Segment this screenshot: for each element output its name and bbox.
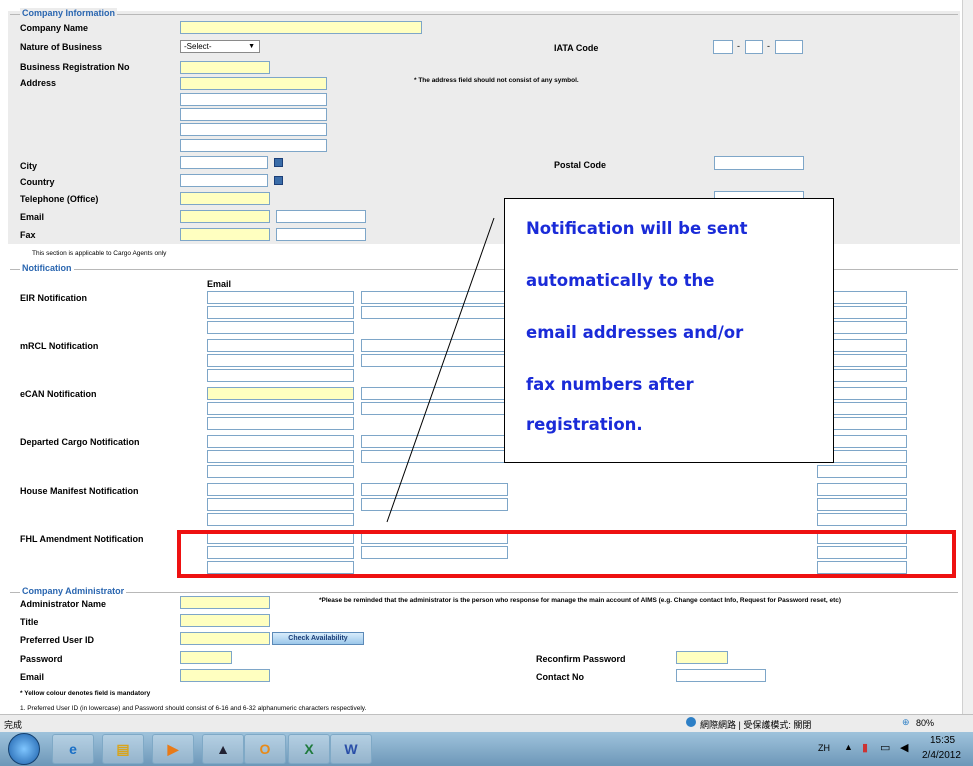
media-player-taskbar-icon[interactable]: ▶	[152, 734, 194, 764]
volume-icon[interactable]: ◀	[900, 741, 908, 754]
yellow-mandatory-note: * Yellow colour denotes field is mandato…	[20, 690, 151, 697]
language-indicator[interactable]: ZH	[818, 743, 830, 753]
ie-taskbar-icon[interactable]: e	[52, 734, 94, 764]
windows-taskbar: e ▤ ▶ ▲ O X W ZH ▲ ▮ ▭ ◀ 15:35 2/4/2012	[0, 732, 973, 766]
password-label: Password	[20, 654, 63, 664]
admin-email-input[interactable]	[180, 669, 270, 682]
globe-icon	[686, 717, 696, 727]
excel-taskbar-icon[interactable]: X	[288, 734, 330, 764]
admin-title-label: Title	[20, 617, 39, 627]
clock-date[interactable]: 2/4/2012	[922, 750, 961, 761]
word-taskbar-icon[interactable]: W	[330, 734, 372, 764]
zoom-icon[interactable]: ⊕	[902, 717, 910, 728]
status-text: 完成	[4, 720, 23, 730]
admin-name-label: Administrator Name	[20, 599, 107, 609]
contact-no-label: Contact No	[536, 672, 584, 682]
app-taskbar-icon[interactable]: ▲	[202, 734, 244, 764]
reconfirm-password-label: Reconfirm Password	[536, 654, 626, 664]
preferred-userid-input[interactable]	[180, 632, 270, 645]
vertical-scrollbar[interactable]	[962, 0, 973, 714]
browser-status-bar: 完成 網際網路 | 受保護模式: 關閉 ⊕ 80%	[0, 714, 973, 733]
contact-no-input[interactable]	[676, 669, 766, 682]
fieldset-border	[10, 592, 958, 593]
start-button-icon[interactable]	[8, 733, 40, 765]
reconfirm-password-input[interactable]	[676, 651, 728, 664]
network-icon[interactable]: ▮	[862, 741, 868, 754]
clock-time[interactable]: 15:35	[930, 735, 955, 746]
password-input[interactable]	[180, 651, 232, 664]
explorer-taskbar-icon[interactable]: ▤	[102, 734, 144, 764]
callout-pointer-line	[386, 217, 495, 523]
outlook-taskbar-icon[interactable]: O	[244, 734, 286, 764]
monitor-icon[interactable]: ▭	[880, 741, 890, 754]
highlight-box	[177, 530, 956, 578]
tray-arrow-icon[interactable]: ▲	[844, 742, 853, 752]
check-availability-button[interactable]: Check Availability	[272, 632, 364, 645]
admin-name-input[interactable]	[180, 596, 270, 609]
zoom-level[interactable]: 80%	[916, 718, 934, 728]
userid-password-note: 1. Preferred User ID (in lowercase) and …	[20, 705, 367, 712]
security-zone-text: 網際網路 | 受保護模式: 關閉	[700, 720, 812, 730]
admin-title-input[interactable]	[180, 614, 270, 627]
admin-email-label: Email	[20, 672, 45, 682]
preferred-userid-label: Preferred User ID	[20, 635, 95, 645]
admin-reminder: *Please be reminded that the administrat…	[319, 597, 842, 604]
admin-legend: Company Administrator	[20, 586, 127, 596]
